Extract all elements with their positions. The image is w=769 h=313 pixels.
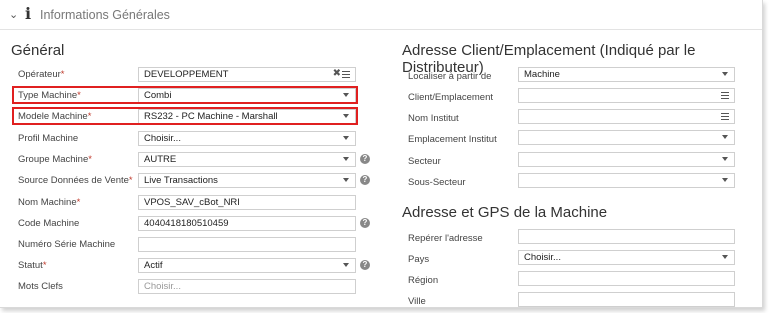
profil-machine-label: Profil Machine xyxy=(18,133,79,144)
source-donnees-select[interactable]: Live Transactions xyxy=(138,173,356,188)
sous-secteur-label: Sous-Secteur xyxy=(408,177,466,188)
mots-clefs-input[interactable]: Choisir... xyxy=(138,279,356,294)
sous-secteur-select[interactable] xyxy=(518,173,735,188)
profil-machine-select[interactable]: Choisir... xyxy=(138,131,356,146)
info-icon: i xyxy=(25,4,32,23)
region-input[interactable] xyxy=(518,271,735,286)
code-machine-input[interactable]: 4040418180510459 xyxy=(138,216,356,231)
caret-down-icon xyxy=(722,178,728,182)
code-machine-label: Code Machine xyxy=(18,218,80,229)
groupe-machine-select[interactable]: AUTRE xyxy=(138,152,356,167)
section-header[interactable]: ⌄ i Informations Générales xyxy=(0,0,762,30)
operateur-field[interactable]: DEVELOPPEMENT ✖ xyxy=(138,67,356,82)
main-panel: ⌄ i Informations Générales Général Opéra… xyxy=(0,0,763,308)
source-donnees-label: Source Données de Vente* xyxy=(18,175,133,186)
highlight-modele-machine xyxy=(12,107,358,125)
emplacement-institut-label: Emplacement Institut xyxy=(408,134,497,145)
highlight-type-machine xyxy=(12,86,358,104)
ville-label: Ville xyxy=(408,296,426,307)
list-icon[interactable] xyxy=(721,113,729,120)
caret-down-icon xyxy=(343,178,349,182)
nom-institut-label: Nom Institut xyxy=(408,113,459,124)
caret-down-icon xyxy=(722,135,728,139)
caret-down-icon xyxy=(722,72,728,76)
reperer-input[interactable] xyxy=(518,229,735,244)
mots-clefs-label: Mots Clefs xyxy=(18,281,63,292)
statut-label: Statut* xyxy=(18,260,47,271)
caret-down-icon xyxy=(343,136,349,140)
pays-select[interactable]: Choisir... xyxy=(518,250,735,265)
operateur-label: Opérateur* xyxy=(18,69,65,80)
help-circle-icon[interactable]: ? xyxy=(360,260,370,270)
client-emplacement-label: Client/Emplacement xyxy=(408,92,494,103)
nom-machine-label: Nom Machine* xyxy=(18,197,81,208)
localiser-label: Localiser à partir de xyxy=(408,71,492,82)
region-label: Région xyxy=(408,275,439,286)
statut-select[interactable]: Actif xyxy=(138,258,356,273)
numero-serie-label: Numéro Série Machine xyxy=(18,239,116,250)
adresse-gps-title: Adresse et GPS de la Machine xyxy=(402,204,608,221)
help-circle-icon[interactable]: ? xyxy=(360,175,370,185)
general-title: Général xyxy=(11,42,65,59)
caret-down-icon xyxy=(722,255,728,259)
help-circle-icon[interactable]: ? xyxy=(360,218,370,228)
numero-serie-input[interactable] xyxy=(138,237,356,252)
caret-down-icon xyxy=(343,157,349,161)
list-icon[interactable] xyxy=(721,92,729,99)
chevron-down-icon[interactable]: ⌄ xyxy=(9,8,18,21)
ville-input[interactable] xyxy=(518,292,735,307)
section-title: Informations Générales xyxy=(40,8,170,22)
clear-icon[interactable]: ✖ xyxy=(333,68,341,80)
nom-institut-field[interactable] xyxy=(518,109,735,124)
reperer-label: Repérer l'adresse xyxy=(408,233,483,244)
help-circle-icon[interactable]: ? xyxy=(360,154,370,164)
secteur-select[interactable] xyxy=(518,152,735,167)
caret-down-icon xyxy=(343,263,349,267)
pays-label: Pays xyxy=(408,254,430,265)
nom-machine-input[interactable]: VPOS_SAV_cBot_NRI xyxy=(138,195,356,210)
list-icon[interactable] xyxy=(342,71,350,78)
secteur-label: Secteur xyxy=(408,156,441,167)
caret-down-icon xyxy=(722,157,728,161)
client-emplacement-field[interactable] xyxy=(518,88,735,103)
emplacement-institut-select[interactable] xyxy=(518,130,735,145)
localiser-select[interactable]: Machine xyxy=(518,67,735,82)
groupe-machine-label: Groupe Machine* xyxy=(18,154,92,165)
